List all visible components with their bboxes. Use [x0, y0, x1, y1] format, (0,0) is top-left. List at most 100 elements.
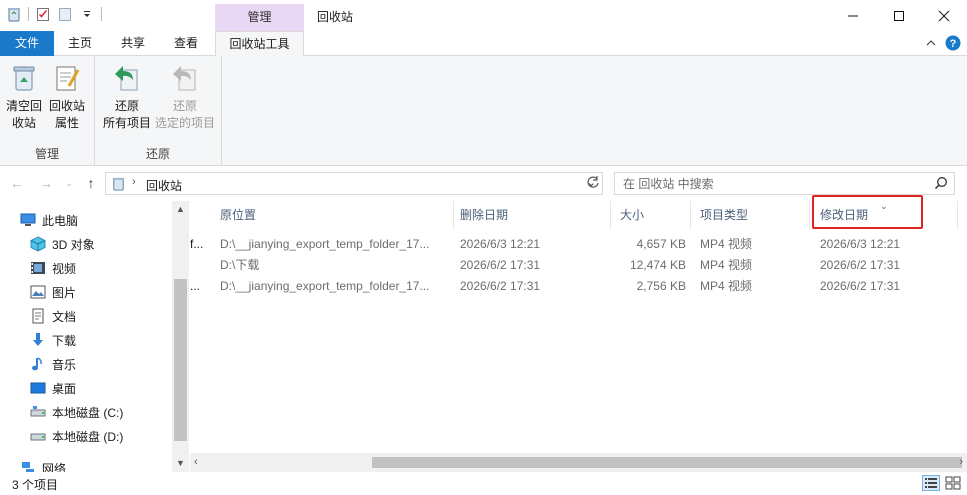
nav-item-this-pc[interactable]: 此电脑 — [20, 209, 78, 231]
restore-selected-icon — [173, 66, 196, 91]
maximize-icon — [894, 10, 904, 21]
tab-recycle-tools[interactable]: 回收站工具 — [215, 31, 304, 57]
network-icon — [20, 460, 36, 472]
nav-item-documents[interactable]: 文档 — [30, 305, 76, 327]
maximize-button[interactable] — [876, 0, 922, 31]
size-cell: 12,474 KB — [629, 258, 686, 272]
empty-recycle-bin-button[interactable]: 清空回 收站 — [4, 62, 44, 132]
nav-item-label: 网络 — [42, 461, 67, 473]
navigation-pane: 此电脑 3D 对象 视频 图片 文档 下载 音乐 桌面 本地磁盘 (C:) 本地… — [0, 201, 190, 472]
horizontal-scrollbar-thumb[interactable] — [372, 457, 962, 468]
scroll-down-icon[interactable]: ▼ — [172, 455, 189, 472]
restore-selected-line2: 选定的项目 — [154, 116, 215, 130]
item-count: 3 个项目 — [12, 478, 59, 492]
3d-objects-icon — [30, 236, 46, 252]
modified-cell: 2026/6/2 17:31 — [820, 279, 901, 293]
properties-line2: 属性 — [54, 116, 79, 130]
navigation-scrollbar[interactable]: ▲ ▼ — [172, 201, 189, 472]
address-bar[interactable]: › 回收站 ⌄ — [105, 172, 603, 195]
title-bar: 管理 回收站 — [0, 0, 967, 31]
nav-item-label: 此电脑 — [42, 213, 79, 228]
help-icon[interactable]: ? — [945, 35, 961, 54]
ribbon-group-restore: 还原 所有项目 还原 选定的项目 还原 — [95, 56, 222, 166]
deleted-cell: 2026/6/2 17:31 — [460, 279, 541, 293]
properties-line1: 回收站 — [48, 99, 85, 113]
nav-item-network[interactable]: 网络 — [20, 457, 66, 472]
column-header-type[interactable]: 项目类型 — [690, 201, 810, 229]
new-folder-icon[interactable] — [57, 6, 73, 22]
nav-item-music[interactable]: 音乐 — [30, 353, 76, 375]
large-icons-view-icon[interactable] — [945, 476, 961, 493]
nav-item-label: 音乐 — [52, 357, 77, 372]
close-button[interactable] — [921, 0, 967, 31]
size-cell: 4,657 KB — [636, 237, 686, 251]
nav-item-label: 视频 — [52, 261, 77, 276]
name-cell: f... — [190, 237, 204, 251]
nav-item-pictures[interactable]: 图片 — [30, 281, 76, 303]
back-arrow-icon[interactable]: ← — [9, 175, 25, 191]
nav-item-drive-c[interactable]: 本地磁盘 (C:) — [30, 401, 123, 423]
empty-recycle-bin-line2: 收站 — [11, 116, 36, 130]
restore-all-button[interactable]: 还原 所有项目 — [99, 62, 155, 132]
breadcrumb-recycle-bin[interactable]: 回收站 — [146, 177, 182, 194]
type-cell: MP4 视频 — [700, 237, 753, 251]
tab-share[interactable]: 共享 — [109, 31, 157, 56]
separator — [101, 7, 102, 21]
breadcrumb-separator-icon[interactable]: › — [132, 176, 136, 188]
qat-dropdown-icon[interactable] — [79, 6, 95, 22]
nav-item-label: 本地磁盘 (D:) — [52, 429, 124, 444]
column-header-deleted[interactable]: 删除日期 — [450, 201, 611, 229]
search-icon[interactable] — [934, 176, 948, 193]
details-view-icon[interactable] — [922, 475, 940, 491]
size-cell: 2,756 KB — [636, 279, 686, 293]
nav-item-label: 下载 — [52, 333, 77, 348]
ribbon-group-restore-label: 还原 — [145, 147, 170, 161]
nav-item-label: 3D 对象 — [52, 237, 95, 252]
nav-item-desktop[interactable]: 桌面 — [30, 377, 76, 399]
table-row[interactable]: ... D:\__jianying_export_temp_folder_17.… — [190, 276, 967, 297]
recent-locations-chevron-icon[interactable]: ⌄ — [63, 175, 75, 191]
tab-view[interactable]: 查看 — [162, 31, 210, 56]
restore-all-icon — [115, 66, 138, 91]
type-cell: MP4 视频 — [700, 258, 753, 272]
type-cell: MP4 视频 — [700, 279, 753, 293]
minimize-button[interactable] — [830, 0, 876, 31]
column-header-origin[interactable]: 原位置 — [210, 201, 454, 229]
scrollbar-thumb[interactable] — [174, 279, 187, 441]
tab-home[interactable]: 主页 — [56, 31, 104, 56]
refresh-icon[interactable] — [585, 174, 601, 193]
search-input[interactable] — [623, 176, 923, 191]
forward-arrow-icon[interactable]: → — [38, 175, 54, 191]
collapse-ribbon-icon[interactable] — [925, 37, 937, 52]
scroll-left-icon[interactable]: ‹ — [194, 456, 198, 469]
table-row[interactable]: f... D:\__jianying_export_temp_folder_17… — [190, 234, 967, 255]
tab-file[interactable]: 文件 — [0, 31, 54, 56]
drive-icon — [30, 428, 46, 444]
nav-item-downloads[interactable]: 下载 — [30, 329, 76, 351]
scroll-up-icon[interactable]: ▲ — [172, 201, 189, 218]
recycle-bin-app-icon[interactable] — [6, 6, 22, 22]
close-icon — [938, 10, 950, 21]
search-box[interactable] — [614, 172, 955, 195]
nav-item-videos[interactable]: 视频 — [30, 257, 76, 279]
file-list: 原位置 删除日期 大小 项目类型 修改日期 ⌄ f... D:\__jianyi… — [190, 201, 967, 453]
separator — [28, 7, 29, 21]
recycle-bin-properties-button[interactable]: 回收站 属性 — [46, 62, 88, 132]
nav-item-label: 本地磁盘 (C:) — [52, 405, 124, 420]
restore-all-line1: 还原 — [114, 99, 139, 113]
properties-icon — [56, 66, 80, 91]
restore-selected-button[interactable]: 还原 选定的项目 — [153, 62, 217, 132]
properties-icon[interactable] — [35, 6, 51, 22]
nav-item-drive-d[interactable]: 本地磁盘 (D:) — [30, 425, 123, 447]
svg-text:?: ? — [950, 38, 957, 50]
nav-item-label: 文档 — [52, 309, 77, 324]
window-title: 回收站 — [317, 10, 354, 24]
scroll-right-icon[interactable]: › — [959, 456, 963, 469]
horizontal-scrollbar[interactable]: ‹ › — [190, 453, 967, 472]
up-arrow-icon[interactable]: ↑ — [83, 175, 99, 191]
ribbon-tab-bar: 文件 主页 共享 查看 回收站工具 ? — [0, 31, 967, 57]
table-row[interactable]: D:\下载 2026/6/2 17:31 12,474 KB MP4 视频 20… — [190, 255, 967, 276]
documents-icon — [30, 308, 46, 324]
nav-item-3d-objects[interactable]: 3D 对象 — [30, 233, 95, 255]
column-header-size[interactable]: 大小 — [610, 201, 691, 229]
